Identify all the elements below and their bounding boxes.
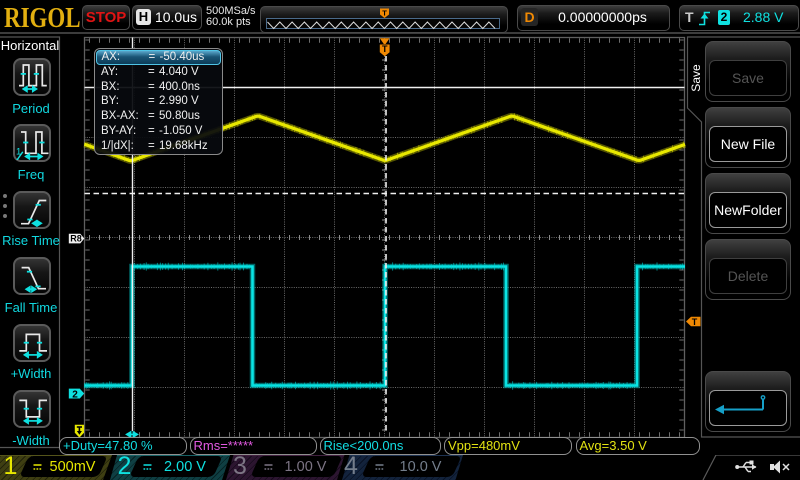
svg-text:T: T [692, 317, 698, 327]
svg-text:T: T [382, 44, 388, 54]
svg-text:2: 2 [72, 389, 78, 400]
svg-text:R8: R8 [70, 234, 82, 244]
svg-text:T: T [382, 9, 387, 18]
